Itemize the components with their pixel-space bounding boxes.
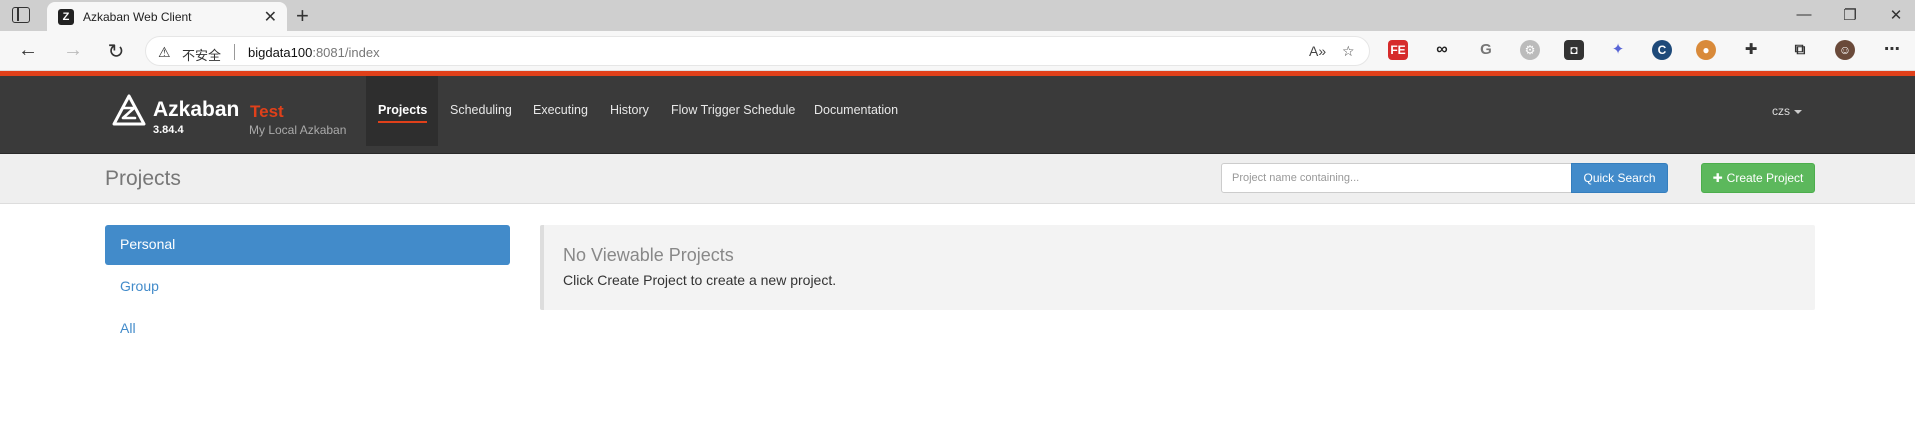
- forward-icon[interactable]: →: [61, 39, 85, 62]
- fe-extension-icon[interactable]: FE: [1388, 40, 1408, 60]
- caret-down-icon: [1794, 109, 1802, 114]
- address-divider: [234, 44, 235, 60]
- browser-toolbar: ← → ↻ ⚠ 不安全 bigdata100:8081/index A» ☆ F…: [0, 31, 1915, 71]
- brand-name[interactable]: Azkaban: [153, 98, 239, 122]
- browser-tab[interactable]: Z Azkaban Web Client ✕: [47, 2, 287, 31]
- nav-active-underline: [378, 121, 427, 123]
- create-project-button[interactable]: ✚ Create Project: [1701, 163, 1815, 193]
- profile-avatar[interactable]: ☺: [1835, 40, 1855, 60]
- page-titlebar: Projects Quick Search ✚Create Project: [0, 154, 1915, 204]
- cookie-extension-icon[interactable]: ●: [1696, 40, 1716, 60]
- project-filter-list: Personal Group All: [105, 225, 510, 351]
- nav-history[interactable]: History: [610, 103, 649, 117]
- collections-icon[interactable]: ⧉: [1790, 40, 1810, 60]
- empty-message: Click Create Project to create a new pro…: [563, 272, 837, 288]
- filter-all[interactable]: All: [105, 309, 510, 349]
- tab-actions-icon[interactable]: [12, 7, 30, 23]
- more-menu-icon[interactable]: ⋯: [1882, 40, 1902, 60]
- new-tab-icon[interactable]: +: [296, 3, 309, 29]
- infinity-extension-icon[interactable]: ∞: [1432, 40, 1452, 60]
- project-search-input[interactable]: [1221, 163, 1572, 193]
- user-name: czs: [1772, 104, 1790, 118]
- read-aloud-icon[interactable]: A»: [1309, 43, 1326, 59]
- nav-projects[interactable]: Projects: [378, 103, 427, 117]
- tab-close-icon[interactable]: ✕: [264, 7, 277, 27]
- brand-subtitle: My Local Azkaban: [249, 123, 347, 137]
- bird-extension-icon[interactable]: ✦: [1608, 40, 1628, 60]
- ghost-extension-icon[interactable]: ◘: [1564, 40, 1584, 60]
- nav-documentation[interactable]: Documentation: [814, 103, 898, 117]
- empty-projects-panel: No Viewable Projects Click Create Projec…: [540, 225, 1815, 310]
- filter-group[interactable]: Group: [105, 267, 510, 307]
- gear-extension-icon[interactable]: ⚙: [1520, 40, 1540, 60]
- plus-icon: ✚: [1712, 171, 1723, 185]
- page-title: Projects: [105, 167, 181, 190]
- minimize-icon[interactable]: —: [1794, 6, 1814, 23]
- url-host: bigdata100: [248, 45, 313, 60]
- azkaban-favicon-icon: Z: [58, 9, 74, 25]
- favorite-add-icon[interactable]: ☆: [1342, 43, 1355, 60]
- url-text[interactable]: bigdata100:8081/index: [248, 45, 380, 60]
- nav-flow-trigger-schedule[interactable]: Flow Trigger Schedule: [671, 103, 795, 117]
- warning-icon[interactable]: ⚠: [158, 44, 171, 61]
- quick-search-button[interactable]: Quick Search: [1571, 163, 1668, 193]
- azkaban-logo-icon[interactable]: [112, 94, 146, 126]
- version-label: 3.84.4: [153, 124, 184, 136]
- url-path: :8081/index: [312, 45, 380, 60]
- reload-icon[interactable]: ↻: [104, 39, 128, 64]
- browser-tabstrip: Z Azkaban Web Client ✕ + — ❐ ✕: [0, 0, 1915, 31]
- security-label[interactable]: 不安全: [182, 45, 221, 64]
- filter-personal[interactable]: Personal: [105, 225, 510, 265]
- restore-icon[interactable]: ❐: [1840, 6, 1860, 24]
- app-header: Azkaban Test 3.84.4 My Local Azkaban Pro…: [0, 76, 1915, 154]
- extensions-puzzle-icon[interactable]: ✚: [1741, 40, 1761, 60]
- c-extension-icon[interactable]: C: [1652, 40, 1672, 60]
- environment-label: Test: [250, 102, 284, 121]
- user-menu[interactable]: czs: [1772, 104, 1802, 118]
- nav-executing[interactable]: Executing: [533, 103, 588, 117]
- tab-title: Azkaban Web Client: [83, 10, 192, 24]
- nav-scheduling[interactable]: Scheduling: [450, 103, 512, 117]
- address-bar[interactable]: ⚠ 不安全 bigdata100:8081/index A» ☆: [145, 36, 1370, 66]
- create-project-label: Create Project: [1726, 171, 1804, 185]
- back-icon[interactable]: ←: [16, 39, 40, 62]
- window-close-icon[interactable]: ✕: [1886, 6, 1906, 24]
- grammar-extension-icon[interactable]: G: [1476, 40, 1496, 60]
- empty-title: No Viewable Projects: [563, 245, 734, 265]
